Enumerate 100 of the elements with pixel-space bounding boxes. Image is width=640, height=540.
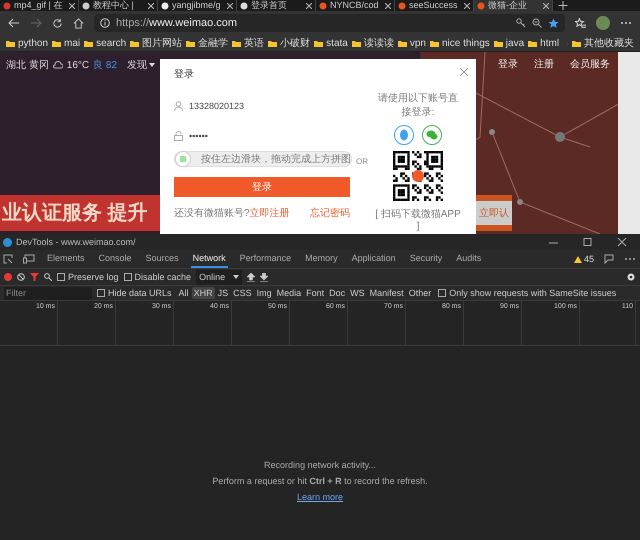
more-icon[interactable] — [620, 21, 632, 25]
nav-link[interactable]: 注册 — [534, 57, 554, 71]
devtools-tab[interactable]: Performance — [238, 250, 294, 268]
bookmark-folder[interactable]: stata — [314, 38, 348, 48]
back-arrow-icon[interactable] — [8, 18, 20, 28]
bookmark-folder[interactable]: 图片网站 — [130, 36, 182, 50]
devtools-tab[interactable]: Security — [408, 250, 444, 268]
throttling-select[interactable]: Online — [196, 270, 242, 284]
devtools-tab[interactable]: Console — [96, 250, 134, 268]
site-icon — [82, 2, 90, 10]
learn-more-link[interactable]: Learn more — [296, 492, 344, 502]
settings-icon[interactable] — [626, 272, 636, 282]
bookmark-folder[interactable]: 小破财 — [268, 36, 310, 50]
refresh-icon[interactable] — [52, 18, 63, 28]
feedback-icon[interactable] — [604, 254, 614, 264]
warning-count[interactable]: 45 — [574, 254, 594, 264]
close-icon[interactable] — [227, 2, 233, 8]
close-icon[interactable] — [148, 2, 154, 8]
refresh-hint: Perform a request or hit Ctrl + R to record the refresh. — [212, 476, 428, 486]
site-icon — [319, 2, 327, 10]
download-icon[interactable] — [260, 272, 268, 282]
upload-icon[interactable] — [247, 272, 256, 282]
filter-field[interactable]: Filter — [4, 286, 92, 300]
user-icon — [174, 101, 183, 111]
folder-icon — [268, 40, 278, 46]
type-filter[interactable]: Other — [406, 287, 434, 299]
nav-link[interactable]: 登录 — [498, 57, 518, 71]
type-filter[interactable]: WS — [348, 287, 367, 299]
password-field[interactable]: •••••• — [174, 121, 350, 151]
star-icon[interactable] — [548, 18, 559, 28]
type-filter[interactable]: All — [176, 287, 191, 299]
type-filter[interactable]: Img — [254, 287, 274, 299]
devtools-tab[interactable]: Elements — [45, 250, 87, 268]
address-bar[interactable]: https://www.weimao.com — [94, 14, 565, 32]
url-text: https://www.weimao.com — [116, 17, 238, 29]
browser-tab[interactable]: 微猫-企业 — [474, 0, 553, 11]
bookmark-folder[interactable]: search — [84, 38, 126, 48]
close-icon[interactable] — [306, 2, 312, 8]
bookmark-folder[interactable]: 金融学 — [186, 36, 228, 50]
site-icon — [3, 2, 11, 10]
close-icon[interactable] — [543, 2, 549, 8]
home-icon[interactable] — [73, 18, 84, 28]
close-icon[interactable] — [69, 2, 75, 8]
nav-link[interactable]: 会员服务 — [570, 57, 610, 71]
more-icon[interactable] — [624, 257, 636, 261]
bookmark-folder[interactable]: 读读读 — [352, 36, 394, 50]
bookmark-folder[interactable]: 其他收藏夹 — [572, 36, 634, 50]
chat-login-button[interactable] — [422, 125, 442, 145]
samesite-checkbox[interactable]: Only show requests with SameSite issues — [438, 288, 616, 298]
folder-icon — [6, 40, 15, 46]
device-icon[interactable] — [23, 254, 35, 264]
folder-icon — [84, 40, 94, 46]
bookmark-folder[interactable]: java — [494, 38, 524, 48]
folder-icon — [352, 40, 361, 46]
bookmark-folder[interactable]: nice things — [430, 38, 490, 48]
search-icon[interactable] — [44, 273, 52, 281]
bookmark-folder[interactable]: mai — [52, 38, 80, 48]
info-icon[interactable] — [100, 18, 110, 28]
avatar-icon[interactable] — [596, 16, 610, 30]
type-filter[interactable]: CSS — [231, 287, 254, 299]
record-icon[interactable] — [4, 273, 12, 281]
close-icon[interactable] — [385, 2, 391, 8]
site-icon — [161, 2, 169, 10]
close-icon — [460, 68, 468, 76]
devtools-tab[interactable]: Application — [350, 250, 398, 268]
devtools-tab[interactable]: Audits — [454, 250, 484, 268]
type-filter[interactable]: Manifest — [368, 287, 406, 299]
qr-caption: [ 扫码下载微猫APP ] — [374, 208, 462, 232]
window-title: DevTools - www.weimao.com/ — [16, 237, 136, 247]
type-filter[interactable]: Media — [274, 287, 304, 299]
preserve-log-checkbox[interactable]: Preserve log — [57, 272, 119, 282]
bookmark-folder[interactable]: 英语 — [232, 36, 264, 50]
key-icon[interactable] — [516, 18, 526, 28]
site-icon — [398, 2, 406, 10]
disable-cache-checkbox[interactable]: Disable cache — [124, 272, 192, 282]
username-field[interactable]: 13328020123 — [174, 91, 350, 121]
hide-data-urls-checkbox[interactable]: Hide data URLs — [97, 288, 172, 298]
zoom-out-icon[interactable] — [532, 18, 542, 28]
caret-icon — [233, 275, 240, 279]
bookmark-folder[interactable]: html — [528, 38, 560, 48]
type-filter[interactable]: Font — [304, 287, 326, 299]
type-filter[interactable]: JS — [216, 287, 230, 299]
recording-message: Recording network activity... — [264, 460, 376, 470]
clear-icon[interactable] — [17, 273, 25, 281]
bookmark-folder[interactable]: vpn — [398, 38, 426, 48]
type-filter[interactable]: Doc — [327, 287, 348, 299]
devtools-tab[interactable]: Memory — [303, 250, 340, 268]
favorites-icon[interactable] — [575, 18, 586, 28]
slider-captcha[interactable]: 按住左边滑块，拖动完成上方拼图 — [174, 151, 352, 167]
filter-icon[interactable] — [30, 273, 39, 281]
qr-code — [393, 151, 443, 201]
folder-icon — [314, 40, 324, 46]
inspect-icon[interactable] — [3, 254, 13, 264]
discover-menu[interactable]: 发现 — [127, 58, 156, 72]
devtools-logo-icon — [3, 238, 12, 246]
bookmark-folder[interactable]: python — [6, 38, 48, 48]
folder-icon — [528, 40, 538, 46]
close-icon[interactable] — [464, 2, 470, 8]
devtools-tab[interactable]: Sources — [144, 250, 181, 268]
type-filter[interactable]: XHR — [192, 287, 215, 299]
